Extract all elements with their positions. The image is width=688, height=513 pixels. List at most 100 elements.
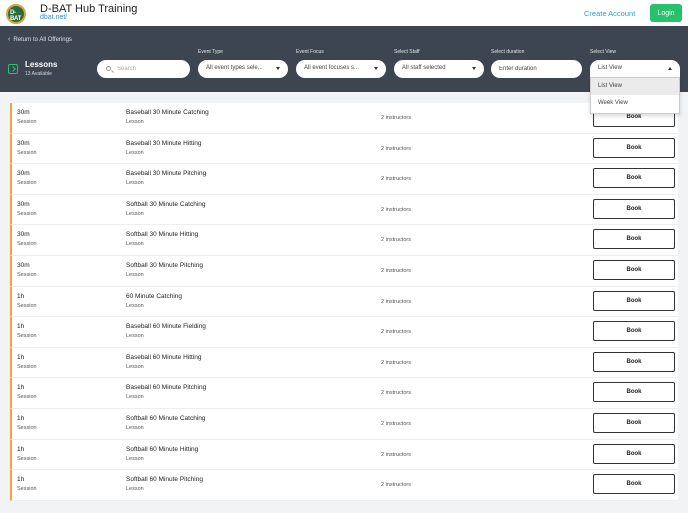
offering-duration: 30m [17, 139, 30, 147]
event-type-value: All event types sele... [206, 65, 263, 71]
view-option-list[interactable]: List View [591, 78, 679, 95]
staff-value: All staff selected [402, 65, 446, 71]
event-type-select[interactable]: All event types sele... [198, 60, 288, 78]
dbat-logo[interactable]: D-BAT [6, 4, 26, 24]
chevron-down-icon [472, 67, 476, 70]
offering-duration: 1h [17, 445, 25, 453]
book-button[interactable]: Book [593, 259, 675, 280]
offering-row: 30m Session Softball 30 Minute Hitting Less… [10, 225, 678, 256]
offering-type: Session [17, 149, 37, 156]
event-focus-select[interactable]: All event focuses s... [296, 60, 386, 78]
offering-type: Session [17, 486, 37, 493]
offering-category: Lesson [126, 486, 144, 493]
offering-name: Baseball 30 Minute Hitting [126, 139, 202, 147]
book-button[interactable]: Book [593, 198, 675, 219]
offering-type: Session [17, 424, 37, 431]
offering-type: Session [17, 302, 37, 309]
offering-category: Lesson [126, 455, 144, 462]
offering-duration: 30m [17, 261, 30, 269]
offering-duration: 1h [17, 353, 25, 361]
offering-type: Session [17, 119, 37, 125]
lessons-category-icon [8, 64, 18, 74]
book-button[interactable]: Book [593, 168, 675, 189]
offering-name: Softball 60 Minute Hitting [126, 445, 199, 453]
view-option-week[interactable]: Week View [591, 95, 679, 112]
duration-label: Select duration [491, 49, 525, 55]
staff-select[interactable]: All staff selected [394, 60, 484, 78]
offering-row: 1h Session Baseball 60 Minute Hitting Lesso… [10, 347, 678, 379]
offering-name: Baseball 60 Minute Fielding [126, 323, 206, 331]
offering-duration: 30m [17, 170, 30, 178]
org-url-link[interactable]: dbat.net/ [40, 14, 67, 21]
book-button[interactable]: Book [593, 412, 675, 433]
chevron-down-icon [276, 67, 280, 70]
create-account-link[interactable]: Create Account [584, 9, 635, 18]
offering-name: Baseball 60 Minute Hitting [126, 353, 202, 361]
offering-category: Lesson [126, 394, 144, 401]
offering-row: 1h Session Softball 60 Minute Pitching Less… [10, 470, 678, 501]
offering-type: Session [17, 241, 37, 248]
offering-list: 30m Session Baseball 30 Minute Catching Les… [10, 103, 678, 501]
offering-name: Softball 30 Minute Catching [126, 200, 206, 208]
offering-name: Softball 60 Minute Catching [126, 414, 206, 422]
offering-type: Session [17, 333, 37, 340]
search-icon [106, 66, 111, 71]
event-type-label: Event Type [198, 49, 223, 55]
book-button[interactable]: Book [593, 382, 675, 403]
duration-input[interactable] [491, 60, 582, 78]
offering-type: Session [17, 180, 37, 187]
offering-type: Session [17, 363, 37, 370]
offering-category: Lesson [126, 180, 144, 187]
book-button[interactable]: Book [593, 351, 675, 372]
book-button[interactable]: Book [593, 229, 675, 250]
offering-duration: 30m [17, 200, 30, 208]
offering-name: 60 Minute Catching [126, 292, 183, 300]
view-select[interactable]: List View [590, 60, 680, 78]
view-dropdown-menu: List View Week View [590, 77, 680, 114]
offering-category: Lesson [126, 302, 144, 309]
book-button[interactable]: Book [593, 137, 675, 158]
offering-instructors: 2 instructors [381, 115, 411, 121]
offering-category: Lesson [126, 149, 144, 156]
book-button[interactable]: Book [593, 474, 675, 495]
book-button[interactable]: Book [593, 290, 675, 311]
chevron-up-icon [668, 67, 672, 70]
return-link[interactable]: ‹ Return to All Offerings [8, 36, 72, 43]
offering-duration: 1h [17, 323, 25, 331]
offering-row: 30m Session Baseball 30 Minute Hitting Less… [10, 133, 678, 165]
offering-type: Session [17, 394, 37, 401]
offering-category: Lesson [126, 363, 144, 370]
offering-type: Session [17, 271, 37, 278]
book-button[interactable]: Book [593, 321, 675, 342]
offering-instructors: 2 instructors [381, 176, 411, 183]
offering-duration: 30m [17, 109, 30, 116]
offering-name: Softball 30 Minute Pitching [126, 261, 203, 269]
offering-row: 1h Session Softball 60 Minute Catching Less… [10, 408, 678, 440]
offering-name: Baseball 30 Minute Pitching [126, 170, 207, 178]
search-input[interactable] [117, 63, 185, 75]
offering-duration: 30m [17, 231, 30, 239]
chevron-left-icon: ‹ [8, 36, 11, 43]
offering-instructors: 2 instructors [381, 451, 411, 458]
search-box[interactable] [97, 60, 190, 78]
offering-row: 1h Session Baseball 60 Minute Fielding Less… [10, 317, 678, 348]
chevron-down-icon [374, 67, 378, 70]
offering-duration: 1h [17, 476, 25, 484]
staff-label: Select Staff [394, 49, 420, 55]
category-count: 13 Available [25, 71, 52, 77]
offering-instructors: 2 instructors [381, 145, 411, 152]
offering-instructors: 2 instructors [381, 329, 411, 336]
offering-instructors: 2 instructors [381, 267, 411, 274]
login-button[interactable]: Login [650, 4, 682, 22]
offering-name: Softball 60 Minute Pitching [126, 476, 203, 484]
offering-row: 1h Session Baseball 60 Minute Pitching Less… [10, 378, 678, 409]
offering-duration: 1h [17, 384, 25, 392]
offering-type: Session [17, 455, 37, 462]
offering-row: 30m Session Baseball 30 Minute Catching Les… [10, 103, 678, 134]
offering-duration: 1h [17, 414, 25, 422]
event-focus-value: All event focuses s... [304, 65, 360, 71]
offering-name: Baseball 30 Minute Catching [126, 109, 209, 116]
offering-category: Lesson [126, 271, 144, 278]
book-button[interactable]: Book [593, 443, 675, 464]
offering-instructors: 2 instructors [381, 482, 411, 489]
